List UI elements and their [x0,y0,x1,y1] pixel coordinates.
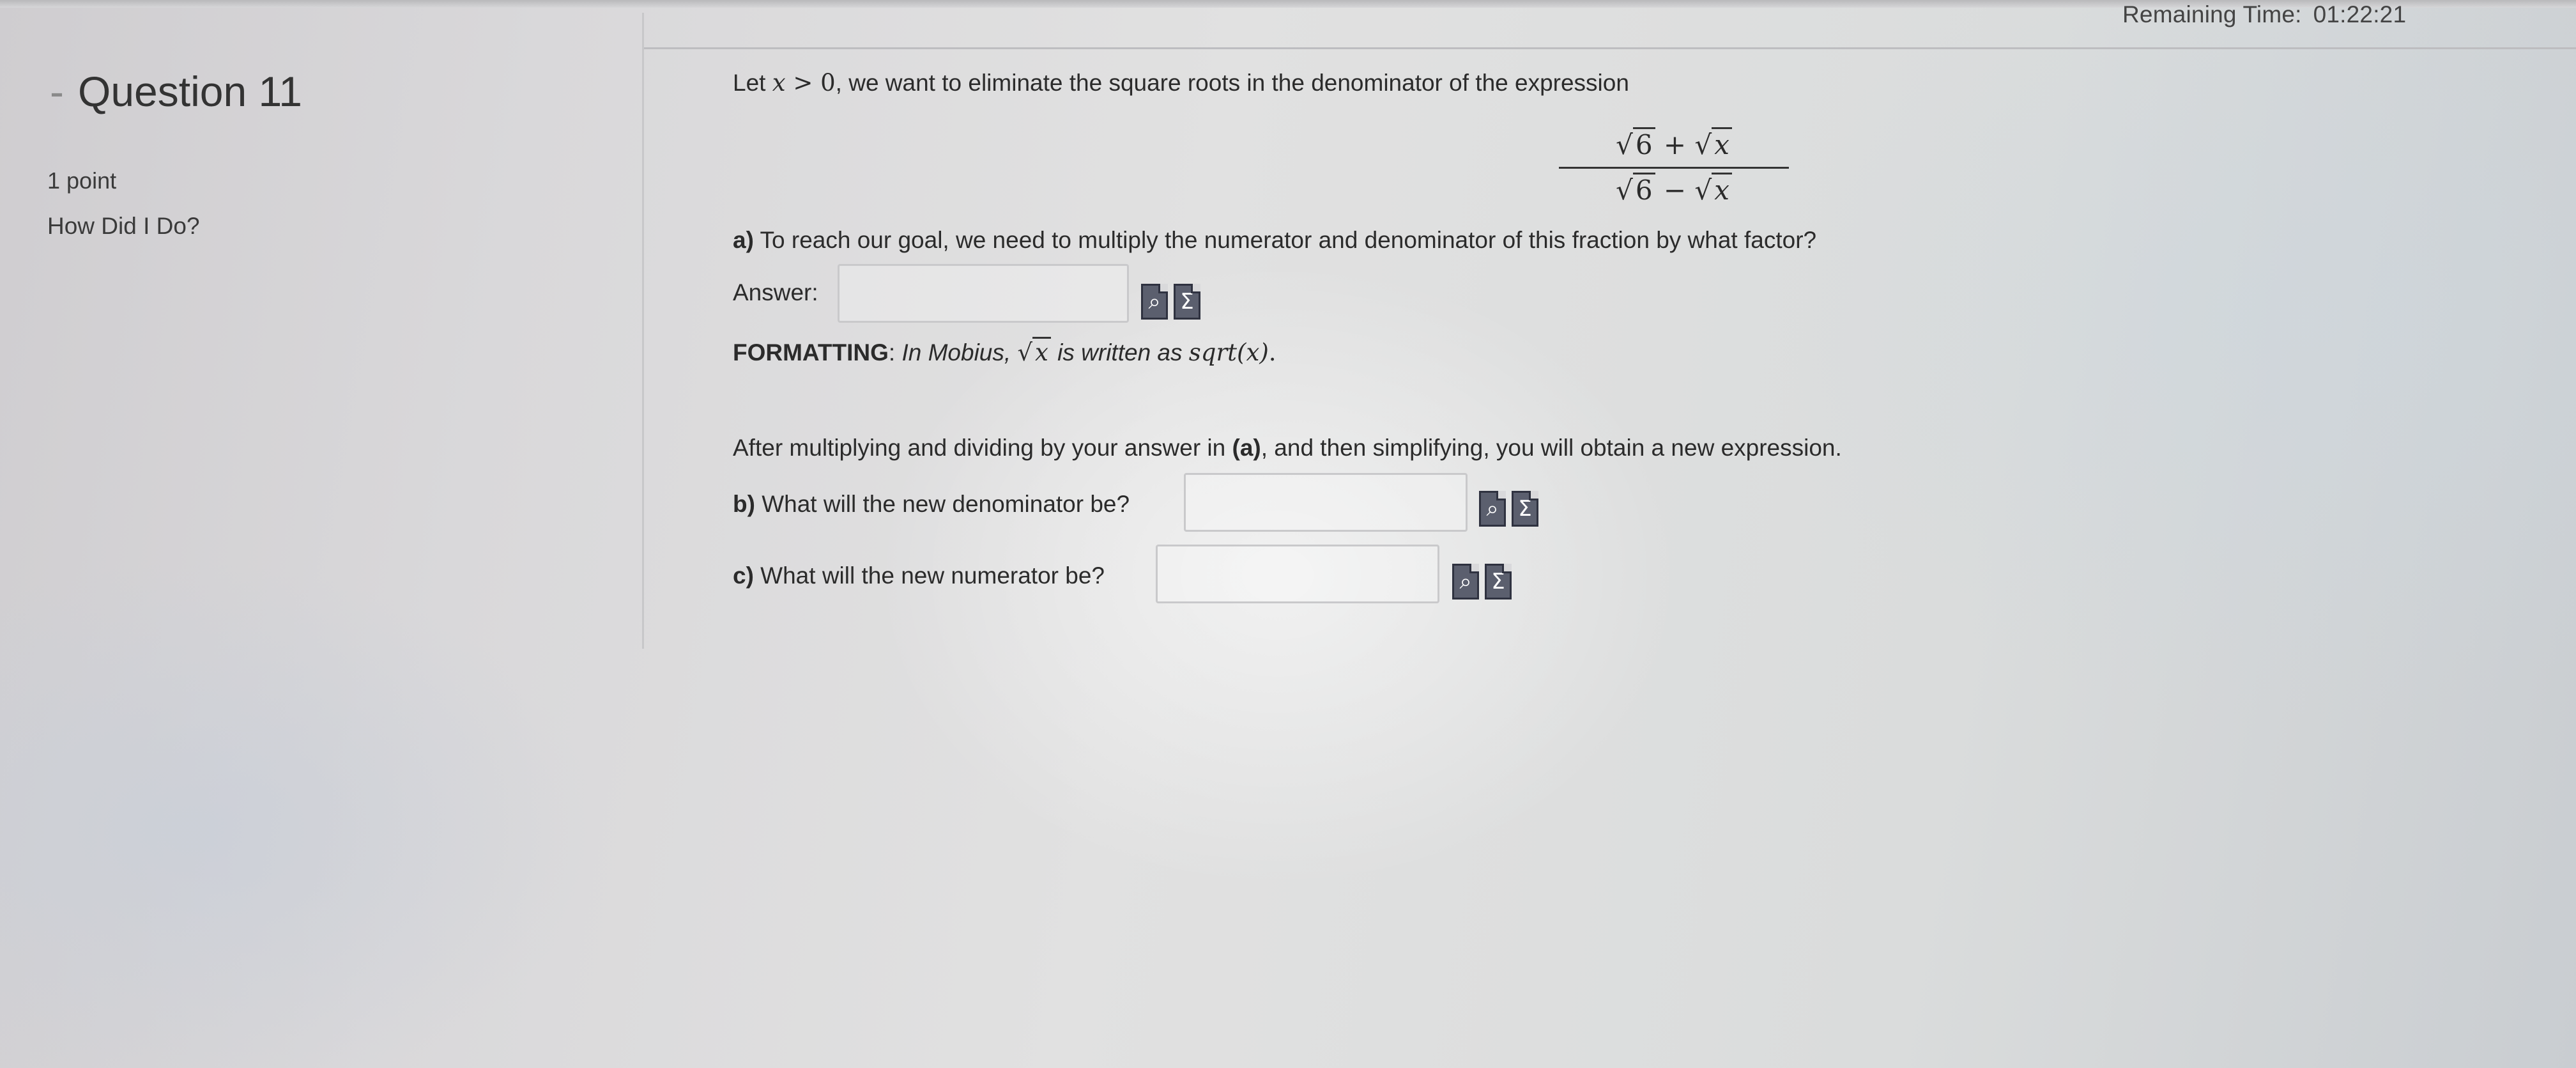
after-multiplying-text: After multiplying and dividing by your a… [733,435,1842,461]
fraction-denominator: √6 − √x [1559,170,1789,211]
sigma-icon[interactable]: Σ [1174,284,1200,320]
sidebar-divider [642,13,644,649]
preview-icon[interactable]: ⌕ [1452,564,1479,600]
fraction-numerator: √6 + √x [1559,125,1789,166]
sigma-icon[interactable]: Σ [1485,564,1512,600]
remaining-time-label: Remaining Time: [2122,1,2302,27]
answer-c-input[interactable] [1156,545,1439,603]
part-a-question: a) To reach our goal, we need to multipl… [733,227,1817,253]
expression-fraction: √6 + √x √6 − √x [1559,125,1789,211]
answer-a-input[interactable] [838,264,1129,323]
answer-label: Answer: [733,279,818,306]
preview-icon[interactable]: ⌕ [1141,284,1168,320]
question-points: 1 point [47,167,117,194]
question-intro: Let x > 0, we want to eliminate the squa… [733,69,1629,97]
how-did-i-do-link[interactable]: How Did I Do? [47,213,200,240]
preview-icon[interactable]: ⌕ [1479,491,1506,527]
header-divider [642,47,2576,49]
sigma-icon[interactable]: Σ [1512,491,1538,527]
question-title: - Question 11 [50,67,302,116]
remaining-time: Remaining Time: 01:22:21 [2122,1,2406,28]
fraction-bar [1559,167,1789,169]
collapse-toggle[interactable]: - [50,68,64,115]
answer-b-input[interactable] [1184,473,1468,532]
question-title-text: Question 11 [77,68,302,115]
formatting-note: FORMATTING: In Mobius, √ x is written as … [733,337,1276,366]
part-c-question: c) What will the new numerator be? [733,562,1105,589]
remaining-time-value: 01:22:21 [2313,1,2407,27]
part-b-question: b) What will the new denominator be? [733,491,1130,517]
